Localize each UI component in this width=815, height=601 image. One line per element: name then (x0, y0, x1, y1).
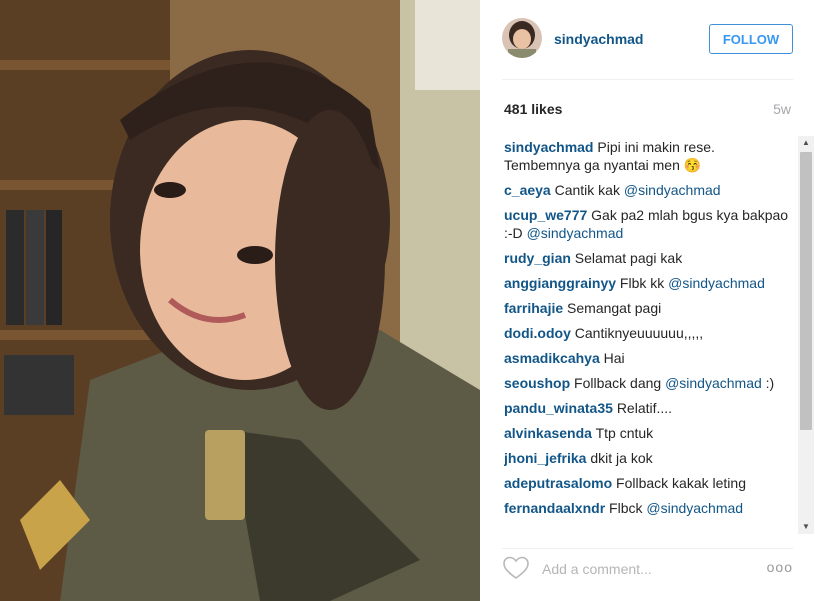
comments-scrollbar[interactable]: ▲ ▼ (798, 136, 814, 534)
scroll-down-arrow-icon[interactable]: ▼ (798, 520, 814, 534)
more-options-icon[interactable]: ooo (767, 559, 793, 575)
comment-username[interactable]: ucup_we777 (504, 207, 587, 223)
comments-list: sindyachmad Pipi ini makin rese. Tembemn… (504, 138, 792, 534)
comment-item: ucup_we777 Gak pa2 mlah bgus kya bakpao … (504, 206, 792, 242)
comment-username[interactable]: fernandaalxndr (504, 500, 605, 516)
comment-username[interactable]: seoushop (504, 375, 570, 391)
follow-button[interactable]: FOLLOW (709, 24, 793, 54)
header-divider (502, 79, 793, 80)
add-comment-input[interactable] (542, 559, 742, 579)
comment-item: seoushop Follback dang @sindyachmad :) (504, 374, 792, 392)
comment-mention[interactable]: @sindyachmad (527, 225, 624, 241)
comment-text-suffix: :) (765, 375, 775, 391)
comment-mention[interactable]: @sindyachmad (646, 500, 743, 516)
comment-text: Ttp cntuk (595, 425, 654, 441)
comment-item: dodi.odoy Cantiknyeuuuuuu,,,,, (504, 324, 792, 342)
post-photo (0, 0, 480, 601)
comment-username[interactable]: rudy_gian (504, 250, 571, 266)
comment-username[interactable]: adeputrasalomo (504, 475, 612, 491)
comment-username[interactable]: alvinkasenda (504, 425, 592, 441)
comment-mention[interactable]: @sindyachmad (665, 375, 762, 391)
comment-username[interactable]: c_aeya (504, 182, 551, 198)
comment-text: dkit ja kok (590, 450, 653, 466)
comment-item: rudy_gian Selamat pagi kak (504, 249, 792, 267)
comment-divider (502, 548, 793, 549)
comment-item: fernandaalxndr Flbck @sindyachmad (504, 499, 792, 517)
comment-item: anggianggrainyy Flbk kk @sindyachmad (504, 274, 792, 292)
post-details-panel: sindyachmad FOLLOW 481 likes 5w sindyach… (480, 0, 815, 601)
comment-item: adeputrasalomo Follback kakak leting (504, 474, 792, 492)
avatar-image (502, 18, 542, 58)
comment-item: pandu_winata35 Relatif.... (504, 399, 792, 417)
comment-username[interactable]: pandu_winata35 (504, 400, 613, 416)
comment-mention[interactable]: @sindyachmad (624, 182, 721, 198)
comment-text: Semangat pagi (567, 300, 662, 316)
comment-text: Hai (603, 350, 625, 366)
comment-text: Follback kakak leting (616, 475, 746, 491)
comment-username[interactable]: sindyachmad (504, 139, 593, 155)
comment-username[interactable]: asmadikcahya (504, 350, 600, 366)
comment-text: Cantik kak (554, 182, 620, 198)
comment-text: Relatif.... (616, 400, 673, 416)
comment-username[interactable]: anggianggrainyy (504, 275, 616, 291)
comment-text: Selamat pagi kak (574, 250, 683, 266)
post-header: sindyachmad FOLLOW (502, 18, 793, 62)
comment-username[interactable]: jhoni_jefrika (504, 450, 586, 466)
post-author-username[interactable]: sindyachmad (554, 31, 643, 47)
likes-count[interactable]: 481 likes (504, 101, 562, 117)
comment-username[interactable]: dodi.odoy (504, 325, 571, 341)
comment-text: Flbck (609, 500, 643, 516)
comment-item: c_aeya Cantik kak @sindyachmad (504, 181, 792, 199)
comment-text: Follback dang (574, 375, 662, 391)
avatar[interactable] (502, 18, 542, 58)
comment-item: alvinkasenda Ttp cntuk (504, 424, 792, 442)
post-age[interactable]: 5w (773, 101, 791, 117)
comment-item: farrihajie Semangat pagi (504, 299, 792, 317)
comment-text: Flbk kk (619, 275, 665, 291)
comment-text: Cantiknyeuuuuuu,,,,, (574, 325, 704, 341)
heart-icon[interactable] (502, 555, 530, 581)
scrollbar-thumb[interactable] (800, 152, 812, 430)
comment-item: asmadikcahya Hai (504, 349, 792, 367)
scroll-up-arrow-icon[interactable]: ▲ (798, 136, 814, 150)
comment-username[interactable]: farrihajie (504, 300, 563, 316)
comment-item: jhoni_jefrika dkit ja kok (504, 449, 792, 467)
comment-item: sindyachmad Pipi ini makin rese. Tembemn… (504, 138, 792, 174)
comment-mention[interactable]: @sindyachmad (668, 275, 765, 291)
